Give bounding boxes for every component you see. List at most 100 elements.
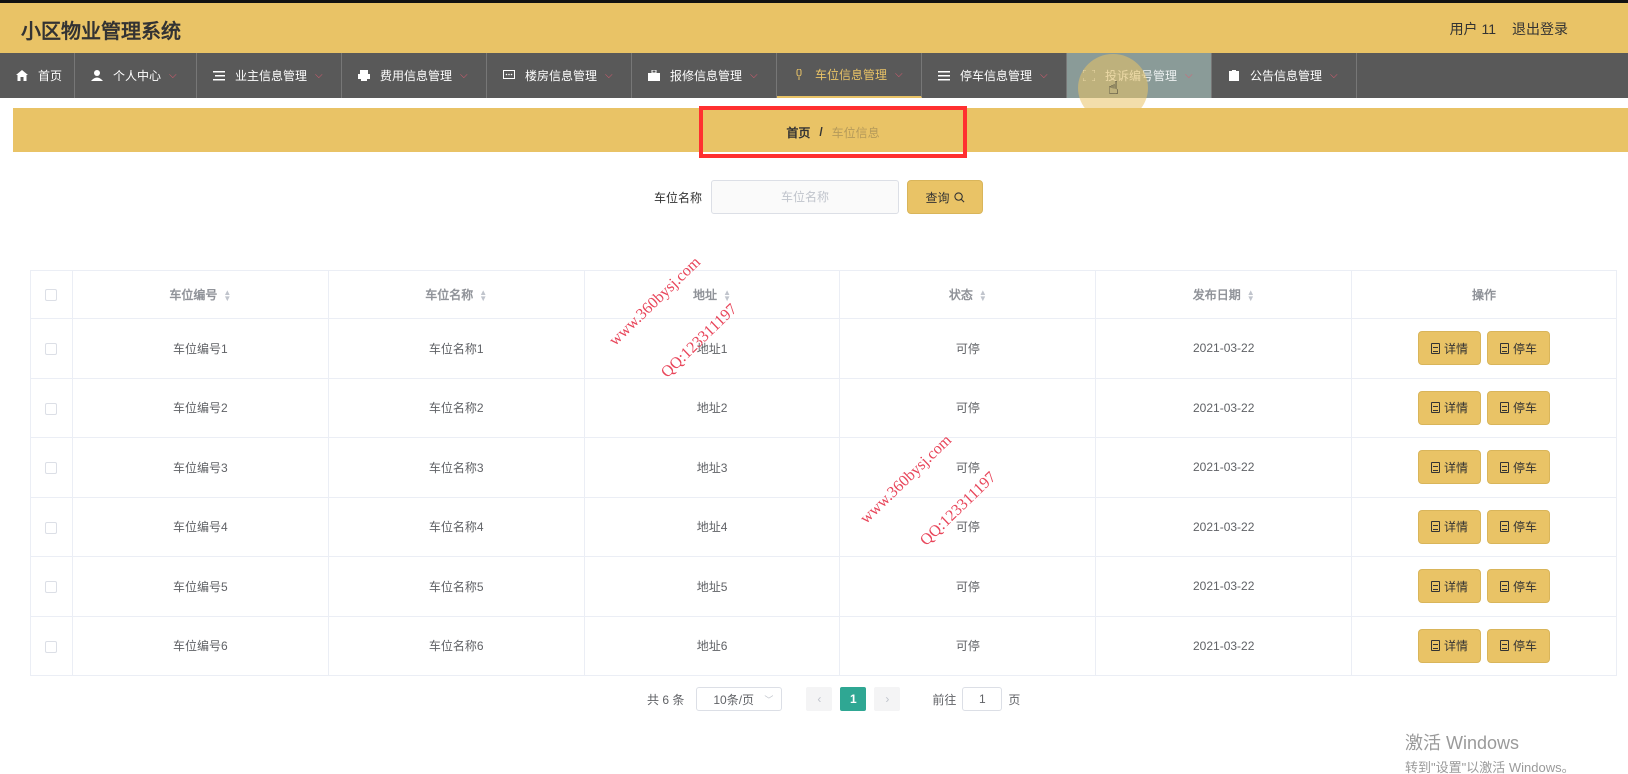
header-status-label: 状态: [948, 288, 973, 302]
nav-item-label: 车位信息管理: [815, 68, 888, 82]
park-button-label: 停车: [1513, 460, 1538, 475]
search-icon: [953, 191, 964, 202]
table-row: 车位编号4 车位名称4 地址4 可停 2021-03-22 详情 停车: [30, 496, 1617, 557]
detail-button[interactable]: 详情: [1418, 509, 1482, 544]
breadcrumb-separator: /: [819, 125, 823, 139]
header-address[interactable]: 地址 ▲ ▼: [583, 270, 841, 319]
table-header-row: 车位编号 ▲ ▼ 车位名称 ▲ ▼ 地址 ▲ ▼ 状态 ▲ ▼ 发布日期 ▲ ▼ 操作: [30, 270, 1617, 319]
sort-icon[interactable]: ▲ ▼: [1247, 288, 1255, 302]
menu-icon: [938, 70, 950, 81]
user-name[interactable]: 用户 11: [1450, 19, 1496, 39]
park-button[interactable]: 停车: [1487, 509, 1551, 544]
park-button[interactable]: 停车: [1487, 331, 1551, 366]
detail-button[interactable]: 详情: [1418, 390, 1482, 425]
document-icon: [1500, 640, 1510, 652]
prev-page-button[interactable]: ‹: [806, 687, 833, 711]
nav-item-2[interactable]: 业主信息管理 ⌵: [197, 53, 342, 98]
detail-button-label: 详情: [1444, 639, 1469, 654]
cell-actions: 详情 停车: [1351, 318, 1617, 379]
document-icon: [1500, 342, 1510, 354]
header-code[interactable]: 车位编号 ▲ ▼: [71, 270, 329, 319]
breadcrumb-home[interactable]: 首页: [786, 124, 810, 141]
pagination: 共 6 条 10条/页 ﹀ ‹ 1 › 前往 页: [647, 687, 1020, 711]
row-checkbox[interactable]: [45, 581, 58, 594]
nav-item-1[interactable]: 个人中心 ⌵: [75, 53, 197, 98]
header-actions: 操作: [1351, 270, 1617, 319]
cell-address: 地址5: [583, 556, 841, 617]
detail-button[interactable]: 详情: [1418, 450, 1482, 485]
cell-date: 2021-03-22: [1095, 556, 1353, 617]
detail-button[interactable]: 详情: [1418, 628, 1482, 663]
nav-item-0[interactable]: 首页: [0, 53, 75, 98]
detail-button[interactable]: 详情: [1418, 569, 1482, 604]
sort-icon[interactable]: ▲ ▼: [979, 288, 987, 302]
page-number-current[interactable]: 1: [840, 687, 867, 711]
park-button[interactable]: 停车: [1487, 628, 1551, 663]
chevron-down-icon: ⌵: [895, 69, 903, 80]
park-button-label: 停车: [1513, 579, 1538, 594]
document-icon: [1500, 402, 1510, 414]
windows-activation-title: 激活 Windows: [1405, 733, 1520, 753]
list-icon: [213, 70, 225, 81]
cell-status: 可停: [839, 556, 1097, 617]
cell-status: 可停: [839, 437, 1097, 498]
search-button[interactable]: 查询: [907, 180, 983, 214]
header-date[interactable]: 发布日期 ▲ ▼: [1095, 270, 1353, 319]
nav-item-3[interactable]: 费用信息管理 ⌵: [342, 53, 487, 98]
detail-button-label: 详情: [1444, 401, 1469, 416]
cell-actions: 详情 停车: [1351, 615, 1617, 676]
row-checkbox[interactable]: [45, 343, 58, 356]
row-select-cell: [30, 496, 73, 557]
row-select-cell: [30, 437, 73, 498]
row-checkbox[interactable]: [45, 640, 58, 653]
row-checkbox[interactable]: [45, 462, 58, 475]
page-size-select[interactable]: 10条/页 ﹀: [696, 687, 783, 711]
row-checkbox[interactable]: [45, 402, 58, 415]
nav-item-label: 业主信息管理: [235, 69, 308, 83]
nav-item-5[interactable]: 报修信息管理 ⌵: [632, 53, 777, 98]
cell-date: 2021-03-22: [1095, 437, 1353, 498]
cell-code: 车位编号5: [71, 556, 329, 617]
detail-button[interactable]: 详情: [1418, 331, 1482, 366]
header-name-label: 车位名称: [425, 288, 474, 302]
cell-code: 车位编号4: [71, 496, 329, 557]
detail-button-label: 详情: [1444, 520, 1469, 535]
select-all-cell: [30, 270, 73, 319]
frame-icon: [1082, 69, 1096, 82]
row-select-cell: [30, 318, 73, 379]
park-button[interactable]: 停车: [1487, 450, 1551, 485]
document-icon: [1431, 580, 1441, 592]
document-icon: [1431, 461, 1441, 473]
park-button[interactable]: 停车: [1487, 390, 1551, 425]
detail-button-label: 详情: [1444, 460, 1469, 475]
parking-space-table: 车位编号 ▲ ▼ 车位名称 ▲ ▼ 地址 ▲ ▼ 状态 ▲ ▼ 发布日期 ▲ ▼ 操作 车位编号1 车…: [30, 270, 1617, 676]
chevron-down-icon: ⌵: [1330, 70, 1338, 81]
row-checkbox[interactable]: [45, 521, 58, 534]
header-status[interactable]: 状态 ▲ ▼: [839, 270, 1097, 319]
select-all-checkbox[interactable]: [45, 289, 58, 302]
sort-icon[interactable]: ▲ ▼: [479, 288, 487, 302]
park-button-label: 停车: [1513, 639, 1538, 654]
sort-icon[interactable]: ▲ ▼: [223, 288, 231, 302]
detail-button-label: 详情: [1444, 341, 1469, 356]
header-name[interactable]: 车位名称 ▲ ▼: [327, 270, 585, 319]
header-address-label: 地址: [693, 288, 718, 302]
nav-item-9[interactable]: 公告信息管理 ⌵: [1212, 53, 1357, 98]
cell-name: 车位名称1: [327, 318, 585, 379]
nav-item-7[interactable]: 停车信息管理 ⌵: [922, 53, 1067, 98]
goto-page-input[interactable]: [962, 687, 1003, 711]
park-button[interactable]: 停车: [1487, 569, 1551, 604]
table-row: 车位编号5 车位名称5 地址5 可停 2021-03-22 详情 停车: [30, 556, 1617, 617]
nav-item-8[interactable]: 投诉编号管理 ⌵: [1067, 53, 1212, 98]
next-page-button[interactable]: ›: [874, 687, 901, 711]
nav-item-4[interactable]: 楼房信息管理 ⌵: [487, 53, 632, 98]
microphone-icon: [793, 68, 805, 80]
search-input[interactable]: [711, 180, 899, 214]
sort-icon[interactable]: ▲ ▼: [723, 288, 731, 302]
row-select-cell: [30, 556, 73, 617]
table-row: 车位编号2 车位名称2 地址2 可停 2021-03-22 详情 停车: [30, 377, 1617, 438]
logout-link[interactable]: 退出登录: [1512, 19, 1568, 39]
nav-item-6[interactable]: 车位信息管理 ⌵: [777, 53, 922, 98]
park-button-label: 停车: [1513, 341, 1538, 356]
page-size-value: 10条/页: [713, 692, 755, 707]
